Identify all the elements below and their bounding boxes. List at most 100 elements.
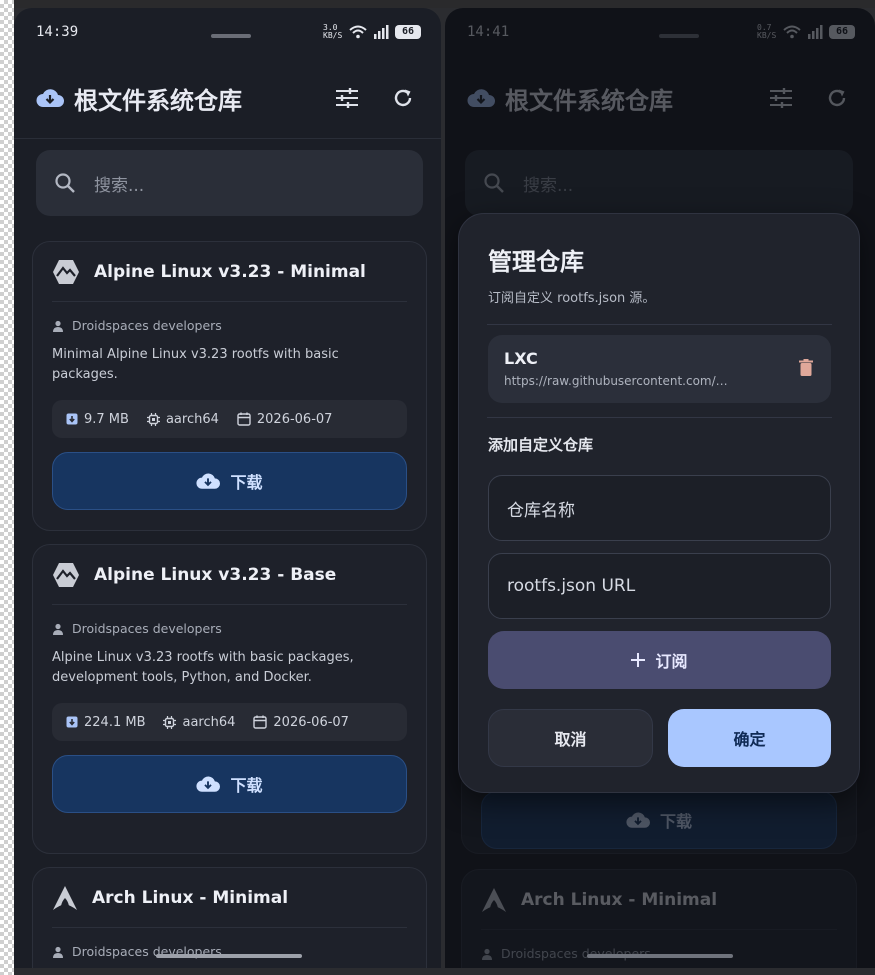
chip-icon: [146, 412, 160, 426]
trash-icon: [799, 359, 813, 376]
signal-icon: [374, 25, 389, 39]
net-speed: 0.7 KB/S: [757, 23, 777, 40]
signal-icon: [808, 25, 823, 39]
size-value: 224.1 MB: [84, 714, 146, 730]
search-input[interactable]: 搜索...: [465, 150, 853, 216]
camera-pill: [211, 34, 251, 38]
page-title: 根文件系统仓库: [505, 86, 673, 115]
card-header: Arch Linux - Minimal: [481, 870, 837, 930]
person-icon: [53, 946, 63, 958]
cloud-download-icon: [626, 812, 650, 828]
status-bar: 14:41 0.7 KB/S 66: [467, 22, 855, 46]
repo-url-placeholder: rootfs.json URL: [507, 576, 636, 596]
search-icon: [55, 173, 75, 193]
download-button[interactable]: 下载: [481, 791, 837, 849]
card-meta: 9.7 MB aarch64 2026-06-07: [52, 400, 407, 438]
cloud-download-icon: [196, 776, 221, 792]
app-bar: 根文件系统仓库: [467, 78, 853, 118]
repo-name: LXC: [504, 349, 538, 368]
download-button[interactable]: 下载: [52, 755, 407, 813]
search-placeholder: 搜索...: [523, 175, 574, 196]
card-description: Alpine Linux v3.23 rootfs with basic pac…: [52, 650, 354, 685]
download-label: 下载: [659, 812, 692, 831]
author-name: Droidspaces developers: [72, 621, 222, 636]
card-title: Alpine Linux v3.23 - Base: [94, 564, 337, 585]
add-repo-heading: 添加自定义仓库: [488, 436, 594, 454]
rootfs-card: Arch Linux - Minimal Droidspaces develop…: [32, 867, 427, 968]
repo-item: LXC https://raw.githubusercontent.com/…: [488, 335, 831, 403]
dialog-divider: [487, 417, 832, 418]
date-value: 2026-06-07: [273, 714, 349, 730]
wifi-icon: [783, 25, 801, 39]
card-author: Droidspaces developers: [52, 621, 407, 636]
alpine-logo-icon: [53, 259, 79, 284]
status-time: 14:39: [36, 24, 79, 40]
status-time: 14:41: [467, 24, 510, 40]
subscribe-button[interactable]: 订阅: [488, 631, 831, 689]
filter-button[interactable]: [765, 82, 797, 114]
dialog-title: 管理仓库: [488, 248, 584, 276]
confirm-button[interactable]: 确定: [668, 709, 831, 767]
repo-name-input[interactable]: 仓库名称: [488, 475, 831, 541]
search-icon: [484, 173, 504, 193]
card-author: Droidspaces developers: [52, 318, 407, 333]
card-header: Alpine Linux v3.23 - Base: [52, 545, 407, 605]
status-icons: 0.7 KB/S 66: [757, 24, 855, 40]
battery-icon: 66: [829, 25, 855, 39]
card-title: Arch Linux - Minimal: [521, 889, 718, 910]
left-screen: 14:39 3.0 KB/S 66 根文件系统仓库 搜索... Alpine L…: [14, 8, 441, 968]
date-meta: 2026-06-07: [237, 411, 333, 427]
size-meta: 224.1 MB: [66, 715, 145, 730]
transparency-checker: [0, 0, 14, 975]
card-header: Alpine Linux v3.23 - Minimal: [52, 242, 407, 302]
arch-value: aarch64: [182, 714, 236, 730]
wifi-icon: [349, 25, 367, 39]
storage-icon: [66, 413, 78, 425]
cancel-button[interactable]: 取消: [488, 709, 653, 767]
delete-repo-button[interactable]: [799, 359, 813, 380]
date-meta: 2026-06-07: [253, 715, 349, 730]
storage-icon: [66, 716, 78, 728]
alpine-logo-icon: [53, 562, 79, 587]
download-label: 下载: [230, 473, 263, 492]
repo-name-placeholder: 仓库名称: [507, 500, 575, 521]
calendar-icon: [253, 715, 268, 729]
download-button[interactable]: 下载: [52, 452, 407, 510]
app-bar: 根文件系统仓库: [36, 78, 419, 118]
arch-meta: aarch64: [163, 715, 235, 730]
person-icon: [482, 948, 492, 960]
search-input[interactable]: 搜索...: [36, 150, 423, 216]
search-placeholder: 搜索...: [94, 175, 145, 196]
rootfs-card: Alpine Linux v3.23 - Base Droidspaces de…: [32, 544, 427, 854]
size-value: 9.7 MB: [84, 411, 129, 427]
refresh-icon: [828, 89, 846, 107]
home-indicator[interactable]: [587, 954, 733, 958]
calendar-icon: [237, 412, 251, 426]
person-icon: [53, 623, 63, 635]
refresh-button[interactable]: [821, 82, 853, 114]
right-screen: 14:41 0.7 KB/S 66 根文件系统仓库 搜索... 下载 Arch …: [445, 8, 875, 968]
repo-url-input[interactable]: rootfs.json URL: [488, 553, 831, 619]
manage-repos-dialog: 管理仓库 订阅自定义 rootfs.json 源。 LXC https://ra…: [458, 213, 860, 793]
rootfs-card: Alpine Linux v3.23 - Minimal Droidspaces…: [32, 241, 427, 531]
dialog-subtitle: 订阅自定义 rootfs.json 源。: [488, 291, 656, 306]
plus-icon: [631, 653, 646, 667]
filter-button[interactable]: [331, 82, 363, 114]
person-icon: [53, 320, 63, 332]
page-title: 根文件系统仓库: [74, 86, 242, 115]
top-strip: [0, 0, 875, 8]
card-title: Arch Linux - Minimal: [92, 887, 289, 908]
home-indicator[interactable]: [156, 954, 302, 958]
subscribe-label: 订阅: [655, 652, 688, 671]
net-speed: 3.0 KB/S: [323, 23, 343, 40]
cloud-download-icon: [36, 89, 64, 107]
status-bar: 14:39 3.0 KB/S 66: [36, 22, 421, 46]
card-header: Arch Linux - Minimal: [52, 868, 407, 928]
status-icons: 3.0 KB/S 66: [323, 24, 421, 40]
arch-meta: aarch64: [146, 412, 219, 427]
refresh-button[interactable]: [387, 82, 419, 114]
dialog-actions: 取消 确定: [488, 709, 831, 767]
date-value: 2026-06-07: [256, 411, 333, 427]
dialog-divider: [487, 324, 832, 325]
repo-url: https://raw.githubusercontent.com/…: [504, 374, 728, 388]
